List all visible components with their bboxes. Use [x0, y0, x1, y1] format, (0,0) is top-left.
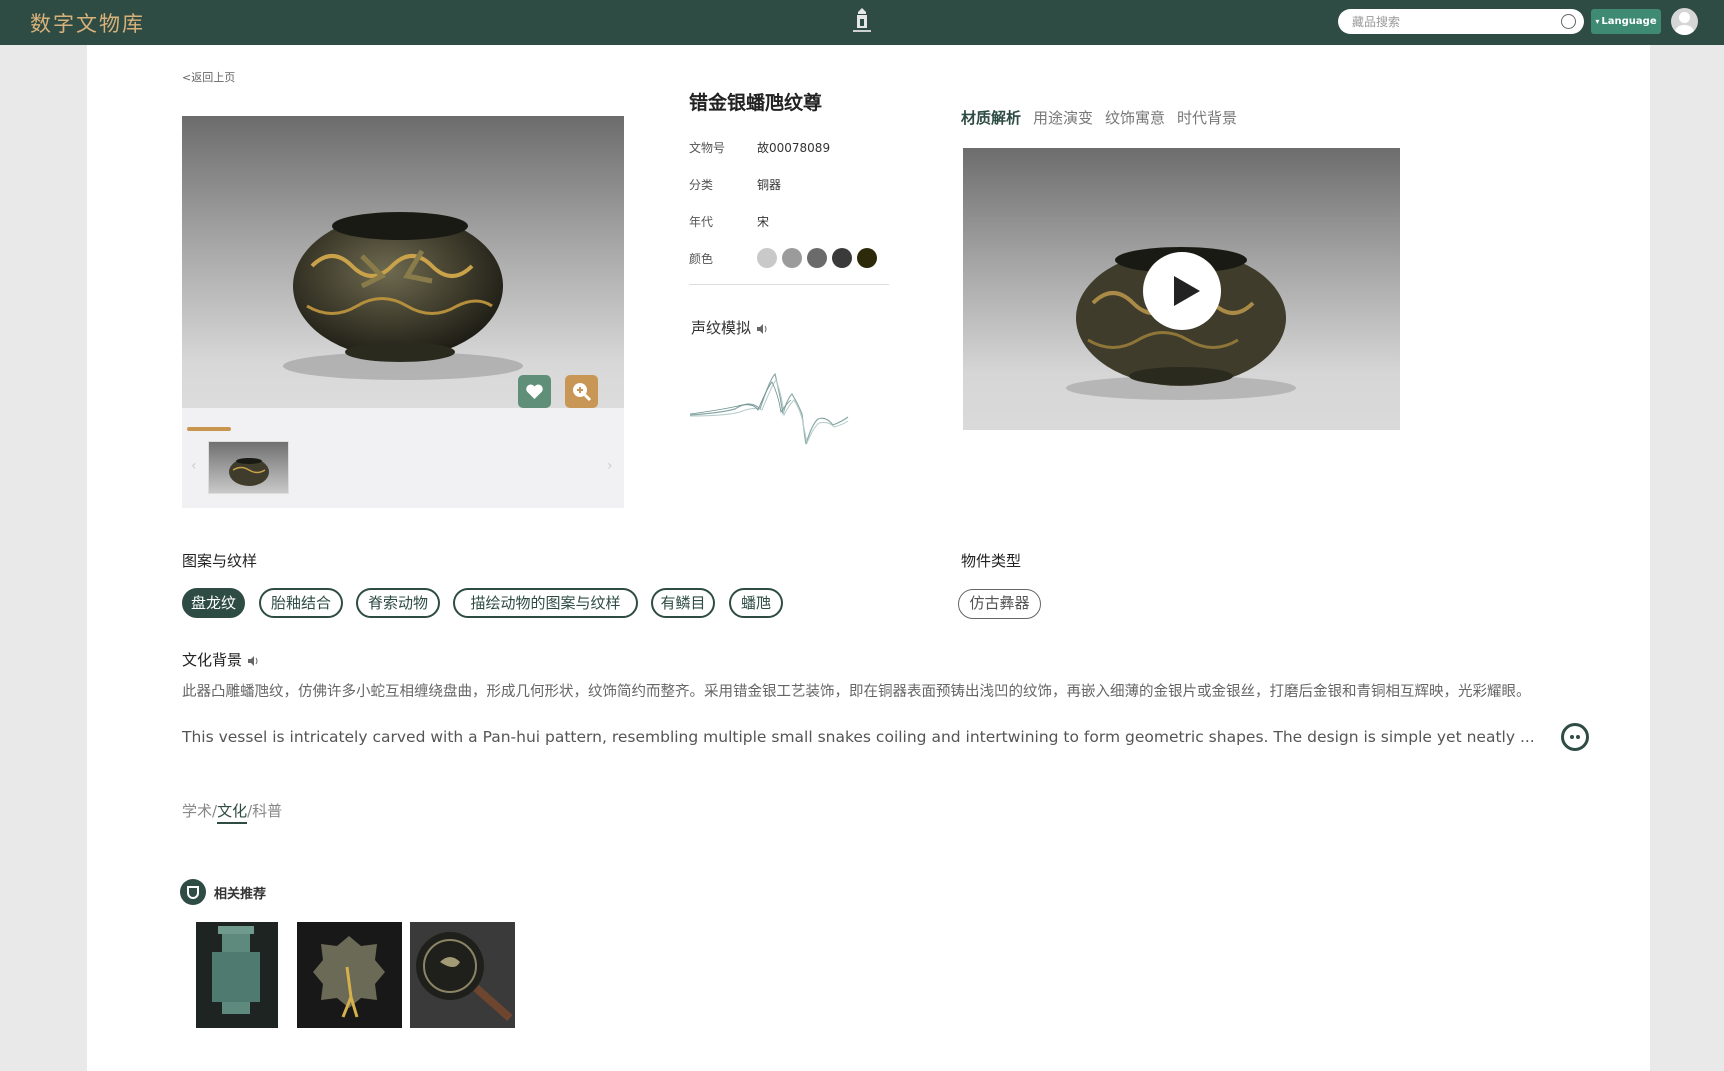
- speaker-icon[interactable]: [247, 655, 261, 667]
- recommend-icon: [180, 879, 206, 905]
- tag-pattern[interactable]: 有鳞目: [651, 588, 715, 618]
- recommend-image: [410, 922, 515, 1028]
- thumbnail-indicator: [187, 427, 231, 431]
- culture-title: 文化背景: [182, 651, 243, 669]
- tab-material[interactable]: 材质解析: [961, 107, 1021, 128]
- field-label: 颜色: [689, 252, 714, 266]
- zoom-in-icon: [573, 383, 592, 402]
- chat-icon[interactable]: [1561, 723, 1589, 751]
- level-tab-culture[interactable]: 文化: [217, 802, 248, 824]
- description-english: This vessel is intricately carved with a…: [182, 728, 1535, 746]
- tag-pattern[interactable]: 脊索动物: [356, 588, 440, 618]
- thumbnail-item[interactable]: [208, 441, 289, 494]
- top-navbar: 数字文物库 ▾Language: [0, 0, 1724, 45]
- patterns-heading: 图案与纹样: [182, 552, 258, 570]
- thumb-prev-arrow-icon[interactable]: ‹: [191, 458, 197, 474]
- voice-simulation-label: 声纹模拟: [691, 319, 752, 337]
- caret-down-icon: ▾: [1595, 17, 1600, 26]
- tab-usage[interactable]: 用途演变: [1033, 107, 1093, 128]
- color-swatch[interactable]: [782, 248, 802, 268]
- field-value: 铜器: [757, 178, 782, 192]
- search-icon[interactable]: [1561, 14, 1576, 29]
- level-tab-popular[interactable]: 科普: [252, 802, 282, 820]
- thumb-next-arrow-icon[interactable]: ›: [607, 458, 613, 474]
- recommend-card[interactable]: [297, 922, 402, 1028]
- speaker-icon[interactable]: [756, 323, 770, 335]
- color-swatch[interactable]: [832, 248, 852, 268]
- recommend-badge-icon: [187, 886, 199, 899]
- voiceprint-waveform: [690, 372, 849, 445]
- language-button[interactable]: ▾ Language: [1591, 9, 1661, 34]
- tab-era[interactable]: 时代背景: [1177, 107, 1237, 128]
- color-swatch[interactable]: [807, 248, 827, 268]
- recommend-image: [196, 922, 278, 1028]
- field-label: 文物号: [689, 141, 726, 155]
- level-tabs: 学术/文化/科普: [182, 800, 282, 824]
- search-box: [1338, 9, 1584, 34]
- recommend-heading: 相关推荐: [214, 887, 267, 902]
- tag-pattern[interactable]: 盘龙纹: [182, 588, 245, 618]
- tab-ornament[interactable]: 纹饰寓意: [1105, 107, 1165, 128]
- tag-pattern[interactable]: 蟠虺: [729, 588, 783, 618]
- recommend-image: [297, 922, 402, 1028]
- bronze-pot-thumbnail: [229, 458, 269, 486]
- site-logo[interactable]: 数字文物库: [30, 8, 145, 38]
- field-value: 宋: [757, 215, 770, 229]
- object-type-heading: 物件类型: [961, 552, 1022, 570]
- field-label: 分类: [689, 178, 714, 192]
- level-tab-academic[interactable]: 学术: [182, 802, 212, 820]
- museum-emblem-icon[interactable]: [850, 6, 874, 36]
- field-value: 故00078089: [757, 141, 831, 155]
- back-link[interactable]: <返回上页: [182, 69, 235, 85]
- artifact-main-image[interactable]: [182, 116, 624, 408]
- artifact-title: 错金银蟠虺纹尊: [689, 92, 823, 114]
- search-input[interactable]: [1352, 13, 1552, 30]
- bronze-pot-image: [283, 212, 523, 380]
- culture-heading: 文化背景: [182, 649, 261, 670]
- color-swatch[interactable]: [757, 248, 777, 268]
- zoom-button[interactable]: [565, 375, 598, 408]
- recommend-card[interactable]: [184, 922, 289, 1028]
- tag-pattern[interactable]: 胎釉结合: [259, 588, 343, 618]
- play-icon[interactable]: [1143, 252, 1221, 330]
- recommend-card[interactable]: [410, 922, 515, 1028]
- chat-dots-icon: [1570, 735, 1580, 739]
- analysis-tabs: 材质解析 用途演变 纹饰寓意 时代背景: [961, 107, 1249, 128]
- language-label: Language: [1601, 16, 1657, 27]
- field-label: 年代: [689, 215, 714, 229]
- user-avatar[interactable]: [1671, 8, 1698, 35]
- tag-object-type[interactable]: 仿古彝器: [958, 589, 1041, 619]
- heart-icon: [526, 384, 543, 399]
- tag-pattern[interactable]: 描绘动物的图案与纹样: [453, 588, 638, 618]
- voice-simulation-heading: 声纹模拟: [691, 317, 770, 338]
- favorite-button[interactable]: [518, 375, 551, 408]
- color-swatch[interactable]: [857, 248, 877, 268]
- divider: [689, 284, 889, 285]
- description-chinese: 此器凸雕蟠虺纹，仿佛许多小蛇互相缠绕盘曲，形成几何形状，纹饰简约而整齐。采用错金…: [182, 684, 1531, 700]
